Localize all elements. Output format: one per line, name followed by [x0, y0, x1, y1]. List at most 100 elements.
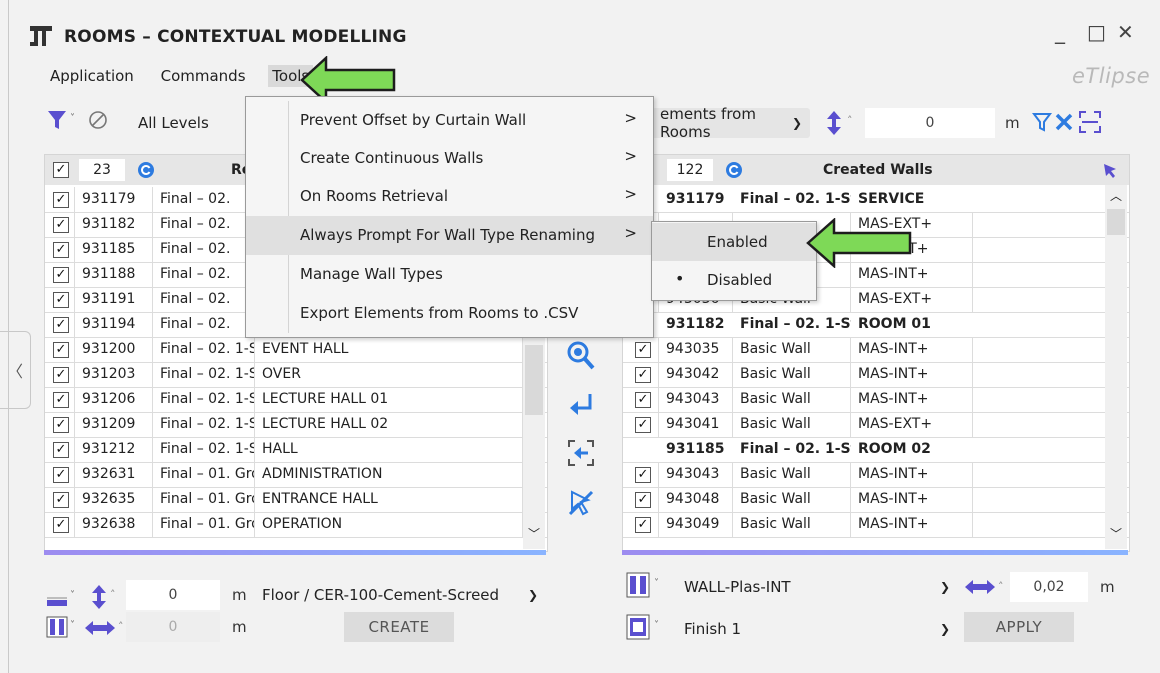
group-row[interactable]: 931185 Final – 02. 1-St ROOM 02: [623, 437, 1129, 463]
menu-application[interactable]: Application: [46, 65, 138, 87]
menu-item-wall-type-renaming[interactable]: Always Prompt For Wall Type Renaming >: [246, 216, 653, 255]
close-button[interactable]: ✕: [1117, 20, 1134, 44]
walls-header-label: Created Walls: [823, 162, 933, 178]
row-checkbox[interactable]: ✓: [53, 217, 69, 233]
apply-button[interactable]: APPLY: [964, 612, 1074, 642]
stepper-icon[interactable]: ˄: [998, 580, 1004, 593]
table-row[interactable]: ✓ 932635 Final – 01. Gro ENTRANCE HALL: [45, 487, 547, 513]
cursor-icon[interactable]: [1101, 161, 1119, 179]
table-row[interactable]: ✓ 932638 Final – 01. Gro OPERATION: [45, 512, 547, 538]
row-checkbox[interactable]: ✓: [635, 467, 651, 483]
row-checkbox[interactable]: ✓: [635, 492, 651, 508]
chevron-down-icon[interactable]: ˅: [70, 590, 75, 601]
submenu-item-disabled[interactable]: • Disabled: [652, 261, 816, 299]
floor-icon[interactable]: [46, 594, 68, 608]
table-row[interactable]: ✓ 932631 Final – 01. Gro ADMINISTRATION: [45, 462, 547, 488]
create-button[interactable]: CREATE: [344, 612, 454, 642]
row-checkbox[interactable]: ✓: [53, 392, 69, 408]
maximize-button[interactable]: □: [1087, 20, 1106, 44]
table-row[interactable]: ✓ 943049 Basic Wall MAS-INT+: [623, 512, 1129, 538]
floor-offset-input[interactable]: 0: [126, 580, 220, 610]
table-row[interactable]: ✓ 943043 Basic Wall MAS-INT+: [623, 462, 1129, 488]
row-checkbox[interactable]: ✓: [53, 442, 69, 458]
stepper-icon[interactable]: ˄: [118, 620, 124, 633]
row-checkbox[interactable]: ✓: [53, 342, 69, 358]
row-checkbox[interactable]: ✓: [635, 417, 651, 433]
row-checkbox[interactable]: ✓: [635, 517, 651, 533]
return-icon[interactable]: [566, 390, 596, 420]
finish-icon[interactable]: [626, 614, 650, 640]
level-filter-dropdown[interactable]: All Levels: [138, 114, 209, 132]
zoom-icon[interactable]: [566, 340, 596, 372]
row-checkbox[interactable]: ✓: [53, 417, 69, 433]
filter-icon[interactable]: [46, 108, 68, 132]
clear-filter-icon[interactable]: [88, 110, 108, 130]
menu-item-manage-wall-types[interactable]: Manage Wall Types: [246, 255, 653, 294]
minimize-button[interactable]: _: [1055, 20, 1065, 44]
row-checkbox[interactable]: ✓: [53, 367, 69, 383]
thickness-input[interactable]: 0,02: [1010, 572, 1088, 602]
row-checkbox[interactable]: ✓: [53, 467, 69, 483]
clear-icon[interactable]: [1054, 112, 1074, 132]
group-row[interactable]: 931182 Final – 02. 1-St ROOM 01: [623, 312, 1129, 338]
row-checkbox[interactable]: ✓: [53, 492, 69, 508]
offset-input[interactable]: 0: [865, 108, 995, 138]
mode-dropdown[interactable]: ements from Rooms ❯: [652, 105, 810, 141]
row-checkbox[interactable]: ✓: [53, 292, 69, 308]
menu-item-rooms-retrieval[interactable]: On Rooms Retrieval >: [246, 177, 653, 216]
wall-type-dropdown[interactable]: WALL-Plas-INT ❯: [676, 572, 958, 602]
scroll-up-icon[interactable]: ︿: [1110, 187, 1122, 204]
table-row[interactable]: ✓ 931209 Final – 02. 1-S LECTURE HALL 02: [45, 412, 547, 438]
table-row[interactable]: ✓ 943043 Basic Wall MAS-INT+: [623, 387, 1129, 413]
table-row[interactable]: ✓ 943042 Basic Wall MAS-INT+: [623, 362, 1129, 388]
wall-pattern-icon[interactable]: [626, 572, 650, 598]
row-checkbox[interactable]: ✓: [53, 317, 69, 333]
menu-item-prevent-offset[interactable]: Prevent Offset by Curtain Wall >: [246, 101, 653, 140]
refresh-icon[interactable]: [725, 161, 743, 179]
menu-item-continuous-walls[interactable]: Create Continuous Walls >: [246, 139, 653, 178]
finish-dropdown[interactable]: Finish 1 ❯: [676, 614, 958, 644]
row-checkbox[interactable]: ✓: [635, 367, 651, 383]
submenu-item-enabled[interactable]: Enabled: [652, 223, 816, 261]
floor-type-dropdown[interactable]: Floor / CER-100-Cement-Screed ❯: [254, 580, 546, 610]
row-checkbox[interactable]: ✓: [53, 267, 69, 283]
filter-icon[interactable]: [1032, 112, 1052, 132]
scroll-down-icon[interactable]: ﹀: [528, 525, 540, 542]
table-row[interactable]: ✓ 931206 Final – 02. 1-S LECTURE HALL 01: [45, 387, 547, 413]
table-row[interactable]: ✓ 943035 Basic Wall MAS-INT+: [623, 337, 1129, 363]
chevron-down-icon[interactable]: ˅: [654, 578, 659, 589]
menu-item-export-csv[interactable]: Export Elements from Rooms to .CSV: [246, 294, 653, 333]
select-all-checkbox[interactable]: ✓: [53, 162, 69, 178]
menu-commands[interactable]: Commands: [157, 65, 250, 87]
room-id: 931206: [75, 387, 153, 412]
scroll-down-icon[interactable]: ﹀: [1110, 525, 1122, 542]
row-checkbox[interactable]: ✓: [635, 342, 651, 358]
row-checkbox[interactable]: ✓: [635, 392, 651, 408]
wall-pattern-icon[interactable]: [46, 616, 68, 638]
app-window: 〈 ROOMS – CONTEXTUAL MODELLING _ □ ✕ App…: [0, 0, 1160, 673]
stepper-icon[interactable]: ˄: [110, 588, 116, 601]
table-row[interactable]: ✓ 943041 Basic Wall MAS-EXT+: [623, 412, 1129, 438]
deselect-icon[interactable]: [566, 488, 596, 518]
table-row[interactable]: ✓ 931203 Final – 02. 1-S OVER: [45, 362, 547, 388]
walls-scrollbar[interactable]: ︿ ﹀: [1105, 185, 1127, 549]
refresh-icon[interactable]: [137, 161, 155, 179]
renaming-submenu: Enabled • Disabled: [651, 221, 817, 301]
group-row[interactable]: 931179 Final – 02. 1-St SERVICE: [623, 187, 1129, 213]
width-input[interactable]: 0: [126, 612, 220, 642]
select-frame-icon[interactable]: [1078, 110, 1102, 134]
table-row[interactable]: ✓ 943048 Basic Wall MAS-INT+: [623, 487, 1129, 513]
stepper-icon[interactable]: ˄: [847, 114, 853, 127]
scroll-thumb[interactable]: [525, 345, 543, 415]
chevron-down-icon[interactable]: ˅: [70, 113, 75, 124]
room-id: 931188: [75, 262, 153, 287]
row-checkbox[interactable]: ✓: [53, 192, 69, 208]
table-row[interactable]: ✓ 931200 Final – 02. 1-S EVENT HALL: [45, 337, 547, 363]
row-checkbox[interactable]: ✓: [53, 517, 69, 533]
row-checkbox[interactable]: ✓: [53, 242, 69, 258]
chevron-down-icon[interactable]: ˅: [654, 620, 659, 631]
scroll-thumb[interactable]: [1107, 209, 1125, 235]
table-row[interactable]: ✓ 931212 Final – 02. 1-S HALL: [45, 437, 547, 463]
locate-icon[interactable]: [566, 438, 596, 468]
chevron-down-icon[interactable]: ˅: [70, 620, 75, 631]
